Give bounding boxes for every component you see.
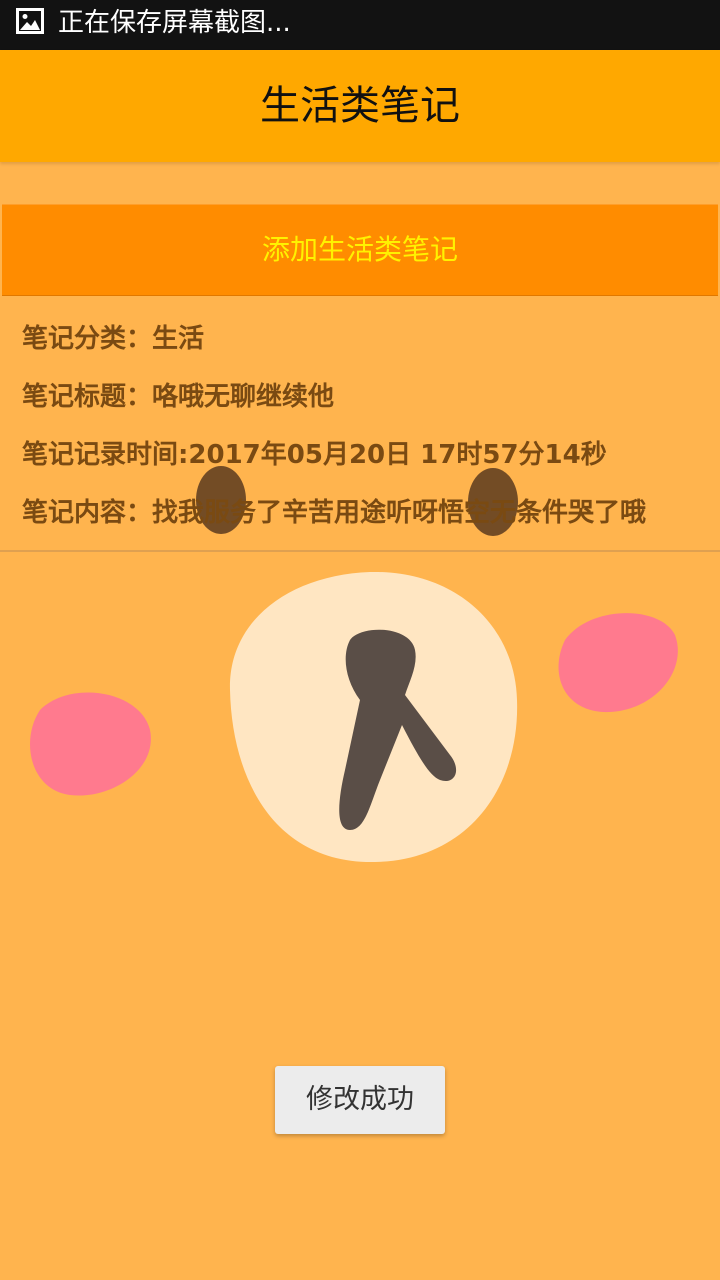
page-title: 生活类笔记 [260,83,460,129]
image-icon [16,8,44,34]
note-content-label: 笔记内容： [22,498,153,528]
app-bar: 生活类笔记 [0,50,720,162]
note-title-label: 笔记标题： [22,382,153,412]
status-bar: 正在保存屏幕截图... [0,0,720,50]
add-note-button[interactable]: 添加生活类笔记 [2,204,718,296]
status-notification-text: 正在保存屏幕截图... [58,8,291,38]
note-category-row: 笔记分类：生活 [22,319,712,359]
note-category-label: 笔记分类： [22,324,153,354]
note-content-value: 找我服务了辛苦用途听呀悟空无条件哭了哦 [152,498,647,528]
note-category-value: 生活 [152,324,205,354]
left-cheek-blush [30,692,151,796]
divider [0,550,720,552]
success-toast: 修改成功 [275,1066,445,1134]
note-content-row: 笔记内容：找我服务了辛苦用途听呀悟空无条件哭了哦 [22,493,712,533]
note-title-value: 咯哦无聊继续他 [152,382,335,412]
note-time-value: 2017年05月20日 17时57分14秒 [188,440,607,470]
right-cheek-blush [558,613,678,713]
note-title-row: 笔记标题：咯哦无聊继续他 [22,377,712,417]
note-time-row: 笔记记录时间:2017年05月20日 17时57分14秒 [22,435,712,475]
note-time-label: 笔记记录时间: [22,440,189,470]
